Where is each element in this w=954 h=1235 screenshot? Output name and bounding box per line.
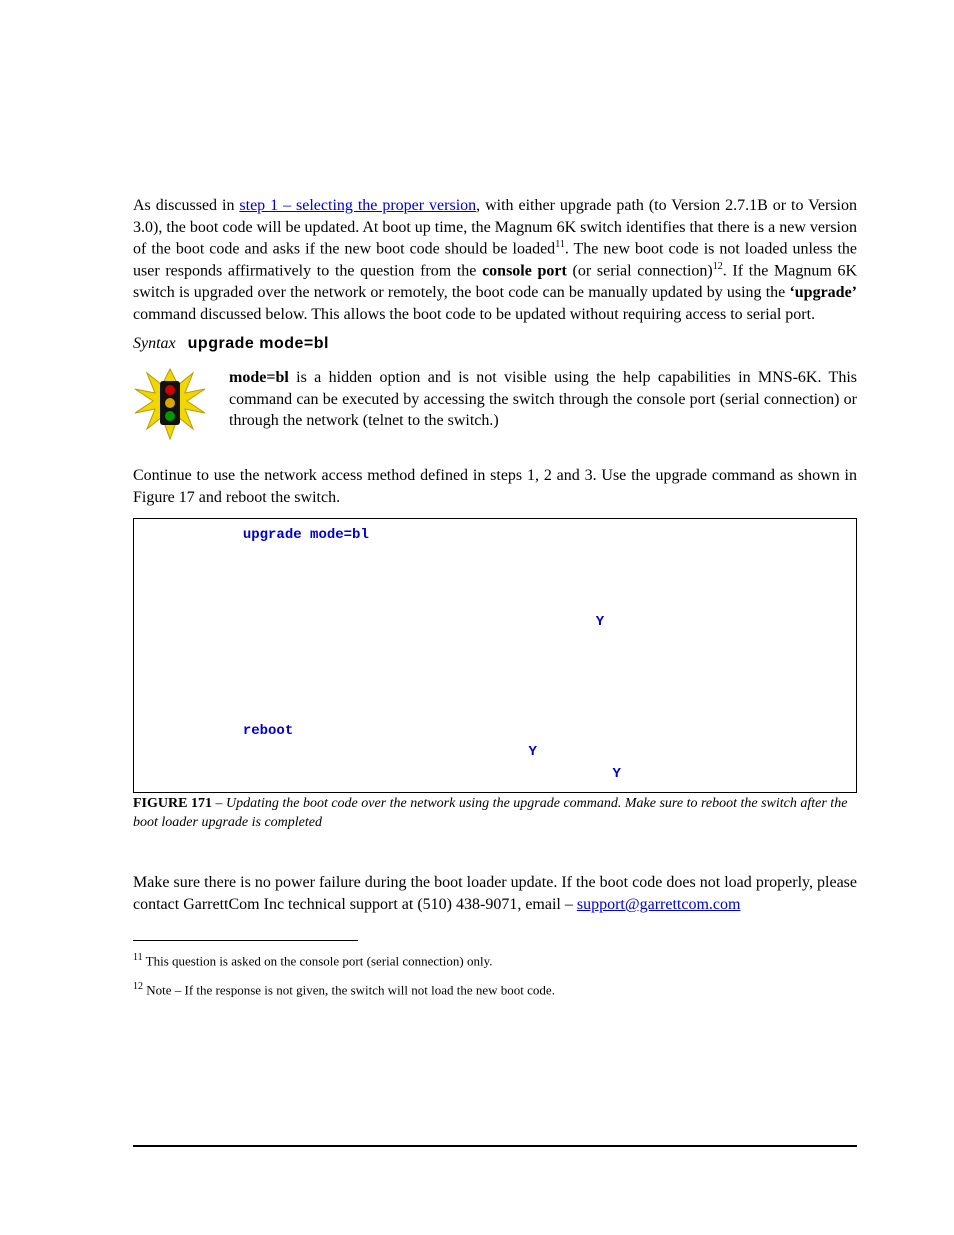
footnote-12: 12 Note – If the response is not given, … [133, 980, 857, 999]
out-line: take effect! [142, 679, 243, 695]
text: (or serial connection) [567, 262, 713, 279]
text: Make sure there is no power failure duri… [133, 874, 857, 913]
input-y: Y [528, 744, 536, 760]
blank-line [142, 701, 150, 717]
syntax-command: upgrade mode=bl [188, 335, 329, 352]
text: is a hidden option and is not visible us… [229, 369, 857, 429]
syntax-label: Syntax [133, 335, 176, 352]
footnote-ref-12: 12 [713, 261, 723, 272]
footnote-11: 11 This question is asked on the console… [133, 951, 857, 970]
blank-line [142, 549, 150, 565]
tip-block: mode=bl is a hidden option and is not vi… [133, 367, 857, 441]
footnote-number: 11 [133, 952, 143, 963]
text: command discussed below. This allows the… [133, 306, 815, 323]
out-line: Boot loader upgrade Complete. You must r… [142, 658, 646, 674]
out-line: in the flash with the new one from the a… [142, 592, 554, 608]
input-y: Y [612, 766, 620, 782]
syntax-line: Syntax upgrade mode=bl [133, 335, 857, 353]
footnote-separator [133, 940, 358, 941]
footnote-number: 12 [133, 981, 143, 992]
continue-paragraph: Continue to use the network access metho… [133, 465, 857, 508]
traffic-light-icon [133, 367, 207, 441]
out-line: Upgrading boot loader will replace the e… [142, 571, 638, 587]
input-y: Y [596, 614, 604, 630]
page-bottom-rule [133, 1145, 857, 1147]
tip-text: mode=bl is a hidden option and is not vi… [229, 367, 857, 432]
step1-link[interactable]: step 1 – selecting the proper version [239, 197, 476, 214]
support-email-link[interactable]: support@garrettcom.com [577, 896, 741, 913]
console-port-bold: console port [482, 262, 567, 279]
terminal-output: Magnum6K25# upgrade mode=bl Upgrading bo… [133, 518, 857, 792]
prompt: Magnum6K25# [142, 723, 243, 739]
prompt: Magnum6K25# [142, 527, 243, 543]
out-line: Do you want to upgrade the boot loader? … [142, 614, 596, 630]
out-line: Proceed on rebooting the switch? ['Y' or… [142, 744, 528, 760]
figure-text: – Updating the boot code over the networ… [133, 796, 847, 830]
cmd-reboot: reboot [243, 723, 293, 739]
figure-caption: FIGURE 171 – Updating the boot code over… [133, 795, 857, 833]
text: As discussed in [133, 197, 239, 214]
document-page: As discussed in step 1 – selecting the p… [0, 0, 954, 1235]
footnote-text: Note – If the response is not given, the… [143, 982, 555, 997]
footnote-ref-11: 11 [555, 239, 565, 250]
out-line: Do you wish to save current configuratio… [142, 766, 612, 782]
mode-bl-bold: mode=bl [229, 369, 289, 386]
intro-paragraph: As discussed in step 1 – selecting the p… [133, 195, 857, 325]
upgrade-bold: ‘upgrade’ [789, 284, 857, 301]
figure-label: FIGURE 171 [133, 796, 212, 811]
cmd-upgrade: upgrade mode=bl [243, 527, 369, 543]
footnote-text: This question is asked on the console po… [143, 953, 493, 968]
blank-line [142, 636, 150, 652]
warning-paragraph: Make sure there is no power failure duri… [133, 872, 857, 915]
